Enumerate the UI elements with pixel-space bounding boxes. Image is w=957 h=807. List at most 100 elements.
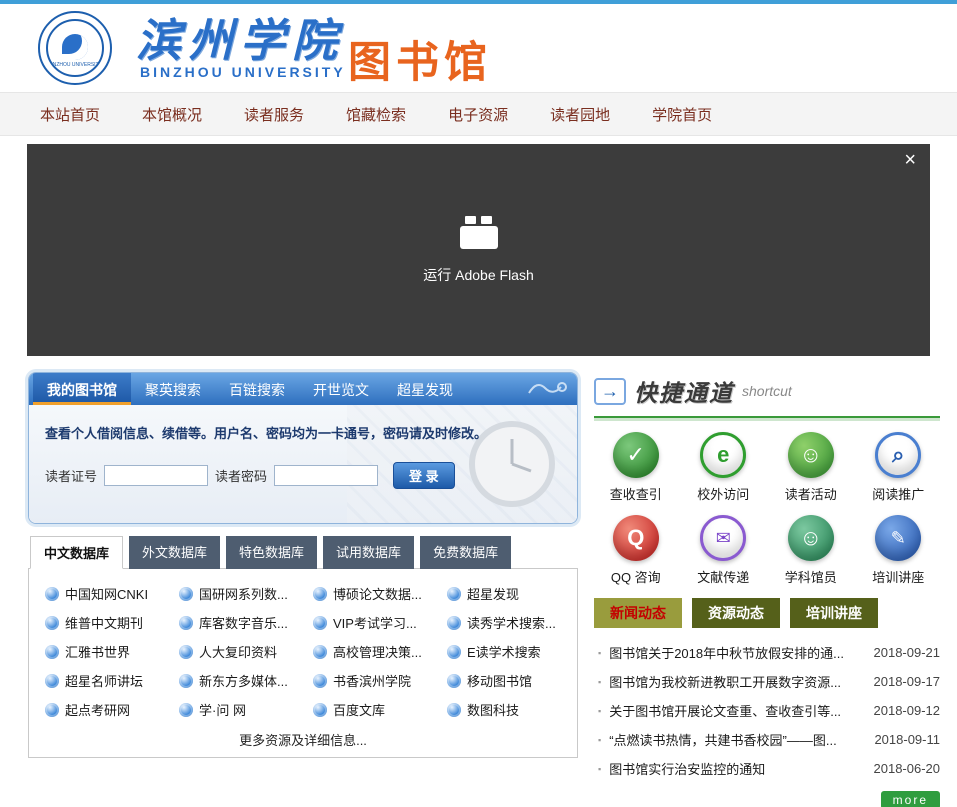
database-column-2: 国研网系列数... 库客数字音乐... 人大复印资料 新东方多媒体... 学·问… bbox=[169, 579, 303, 724]
news-item[interactable]: ▪ 图书馆实行治安监控的通知 2018-06-20 bbox=[594, 754, 940, 783]
logo-ring-text: BINZHOU UNIVERSITY bbox=[48, 62, 102, 68]
db-link-shutu-tech[interactable]: 数图科技 bbox=[437, 695, 571, 724]
reader-password-input[interactable] bbox=[274, 465, 378, 486]
tab-special-databases[interactable]: 特色数据库 bbox=[226, 536, 317, 569]
db-link-qidian-kaoyan[interactable]: 起点考研网 bbox=[35, 695, 169, 724]
shortcut-subject-librarian[interactable]: ☺ 学科馆员 bbox=[769, 515, 853, 586]
tab-resource-updates[interactable]: 资源动态 bbox=[692, 598, 780, 628]
more-resources-link[interactable]: 更多资源及详细信息... bbox=[35, 724, 571, 753]
shortcut-citation-check[interactable]: ✓ 查收查引 bbox=[594, 432, 678, 503]
db-link-chaoxing-lectures[interactable]: 超星名师讲坛 bbox=[35, 666, 169, 695]
db-link-label: 学·问 网 bbox=[199, 700, 246, 719]
db-link-xuewen[interactable]: 学·问 网 bbox=[169, 695, 303, 724]
tab-kaishi-lanwen[interactable]: 开世览文 bbox=[299, 373, 383, 405]
db-link-edu-search[interactable]: E读学术搜索 bbox=[437, 637, 571, 666]
news-item[interactable]: ▪ “点燃读书热情，共建书香校园”——图... 2018-09-11 bbox=[594, 725, 940, 754]
db-link-label: 数图科技 bbox=[467, 700, 519, 719]
university-logo[interactable]: BINZHOU UNIVERSITY bbox=[38, 11, 112, 85]
db-link-management-decision[interactable]: 高校管理决策... bbox=[303, 637, 437, 666]
tab-foreign-databases[interactable]: 外文数据库 bbox=[129, 536, 220, 569]
page: BINZHOU UNIVERSITY 滨州学院 BINZHOU UNIVERSI… bbox=[0, 0, 957, 807]
nav-item-home[interactable]: 本站首页 bbox=[40, 104, 100, 125]
nav-item-reader-corner[interactable]: 读者园地 bbox=[550, 104, 610, 125]
shortcut-offcampus-access[interactable]: e 校外访问 bbox=[682, 432, 766, 503]
news-more-row: more bbox=[594, 791, 940, 807]
db-link-shuxiang-binzhou[interactable]: 书香滨州学院 bbox=[303, 666, 437, 695]
news-item[interactable]: ▪ 图书馆为我校新进教职工开展数字资源... 2018-09-17 bbox=[594, 667, 940, 696]
db-link-guoyan[interactable]: 国研网系列数... bbox=[169, 579, 303, 608]
library-title: 图书馆 bbox=[348, 28, 492, 90]
more-button[interactable]: more bbox=[881, 791, 940, 807]
db-link-weipu[interactable]: 维普中文期刊 bbox=[35, 608, 169, 637]
tab-bailian-search[interactable]: 百链搜索 bbox=[215, 373, 299, 405]
shortcut-reading-promotion[interactable]: ⌕ 阅读推广 bbox=[857, 432, 941, 503]
globe-bullet-icon bbox=[45, 616, 59, 630]
db-link-label: 高校管理决策... bbox=[333, 642, 422, 661]
shortcut-qq-consult[interactable]: Q QQ 咨询 bbox=[594, 515, 678, 586]
db-link-label: E读学术搜索 bbox=[467, 642, 541, 661]
nav-item-reader-services[interactable]: 读者服务 bbox=[244, 104, 304, 125]
globe-bullet-icon bbox=[45, 587, 59, 601]
reader-password-label: 读者密码 bbox=[215, 466, 267, 485]
training-lecture-icon: ✎ bbox=[875, 515, 921, 561]
db-link-renda-fuyin[interactable]: 人大复印资料 bbox=[169, 637, 303, 666]
shortcut-training-lecture[interactable]: ✎ 培训讲座 bbox=[857, 515, 941, 586]
tab-juying-search[interactable]: 聚英搜索 bbox=[131, 373, 215, 405]
tab-chinese-databases[interactable]: 中文数据库 bbox=[30, 536, 123, 569]
nav-item-eresources[interactable]: 电子资源 bbox=[448, 104, 508, 125]
globe-bullet-icon bbox=[313, 587, 327, 601]
flash-banner[interactable]: × 运行 Adobe Flash bbox=[27, 144, 930, 356]
db-link-mobile-library[interactable]: 移动图书馆 bbox=[437, 666, 571, 695]
db-link-huiya[interactable]: 汇雅书世界 bbox=[35, 637, 169, 666]
db-link-label: 维普中文期刊 bbox=[65, 613, 143, 632]
reader-id-input[interactable] bbox=[104, 465, 208, 486]
shortcut-document-delivery[interactable]: ✉ 文献传递 bbox=[682, 515, 766, 586]
db-link-label: 超星名师讲坛 bbox=[65, 671, 143, 690]
db-link-label: 新东方多媒体... bbox=[199, 671, 288, 690]
database-tabs: 中文数据库 外文数据库 特色数据库 试用数据库 免费数据库 bbox=[28, 536, 578, 569]
document-delivery-icon: ✉ bbox=[700, 515, 746, 561]
db-link-label: 读秀学术搜索... bbox=[467, 613, 556, 632]
db-link-chaoxing-discovery[interactable]: 超星发现 bbox=[437, 579, 571, 608]
database-list-box: 中国知网CNKI 维普中文期刊 汇雅书世界 超星名师讲坛 起点考研网 国研网系列… bbox=[28, 568, 578, 758]
citation-check-icon: ✓ bbox=[613, 432, 659, 478]
arrow-right-icon bbox=[594, 378, 626, 405]
database-grid: 中国知网CNKI 维普中文期刊 汇雅书世界 超星名师讲坛 起点考研网 国研网系列… bbox=[35, 579, 571, 724]
globe-bullet-icon bbox=[45, 645, 59, 659]
db-link-duxiu[interactable]: 读秀学术搜索... bbox=[437, 608, 571, 637]
news-item[interactable]: ▪ 关于图书馆开展论文查重、查收查引等... 2018-09-12 bbox=[594, 696, 940, 725]
shortcut-reader-activity[interactable]: ☺ 读者活动 bbox=[769, 432, 853, 503]
db-link-vip-exam[interactable]: VIP考试学习... bbox=[303, 608, 437, 637]
logo-figure-icon bbox=[62, 34, 88, 60]
close-icon[interactable]: × bbox=[904, 150, 916, 170]
tab-news[interactable]: 新闻动态 bbox=[594, 598, 682, 628]
db-link-xdf-multimedia[interactable]: 新东方多媒体... bbox=[169, 666, 303, 695]
database-column-3: 博硕论文数据... VIP考试学习... 高校管理决策... 书香滨州学院 百度… bbox=[303, 579, 437, 724]
nav-item-catalog-search[interactable]: 馆藏检索 bbox=[346, 104, 406, 125]
tab-training-lectures[interactable]: 培训讲座 bbox=[790, 598, 878, 628]
shortcut-subtitle: shortcut bbox=[742, 383, 792, 399]
db-link-baidu-wenku[interactable]: 百度文库 bbox=[303, 695, 437, 724]
my-library-body: 查看个人借阅信息、续借等。用户名、密码均为一卡通号，密码请及时修改。 读者证号 … bbox=[29, 405, 577, 523]
nav-item-university-home[interactable]: 学院首页 bbox=[652, 104, 712, 125]
shortcut-title: 快捷通道 bbox=[634, 374, 734, 408]
db-link-label: 超星发现 bbox=[467, 584, 519, 603]
offcampus-access-icon: e bbox=[700, 432, 746, 478]
globe-bullet-icon bbox=[179, 645, 193, 659]
nav-item-about[interactable]: 本馆概况 bbox=[142, 104, 202, 125]
login-button[interactable]: 登 录 bbox=[393, 462, 455, 489]
db-link-thesis-db[interactable]: 博硕论文数据... bbox=[303, 579, 437, 608]
site-header: BINZHOU UNIVERSITY 滨州学院 BINZHOU UNIVERSI… bbox=[0, 4, 957, 92]
flash-plugin-icon bbox=[460, 216, 498, 249]
database-column-1: 中国知网CNKI 维普中文期刊 汇雅书世界 超星名师讲坛 起点考研网 bbox=[35, 579, 169, 724]
globe-bullet-icon bbox=[45, 674, 59, 688]
tab-trial-databases[interactable]: 试用数据库 bbox=[323, 536, 414, 569]
tab-free-databases[interactable]: 免费数据库 bbox=[420, 536, 511, 569]
db-link-cnki[interactable]: 中国知网CNKI bbox=[35, 579, 169, 608]
news-item[interactable]: ▪ 图书馆关于2018年中秋节放假安排的通... 2018-09-21 bbox=[594, 638, 940, 667]
tab-my-library[interactable]: 我的图书馆 bbox=[33, 373, 131, 405]
bullet-icon: ▪ bbox=[598, 677, 601, 687]
globe-bullet-icon bbox=[179, 616, 193, 630]
tab-chaoxing-discovery[interactable]: 超星发现 bbox=[383, 373, 467, 405]
db-link-kuke-music[interactable]: 库客数字音乐... bbox=[169, 608, 303, 637]
